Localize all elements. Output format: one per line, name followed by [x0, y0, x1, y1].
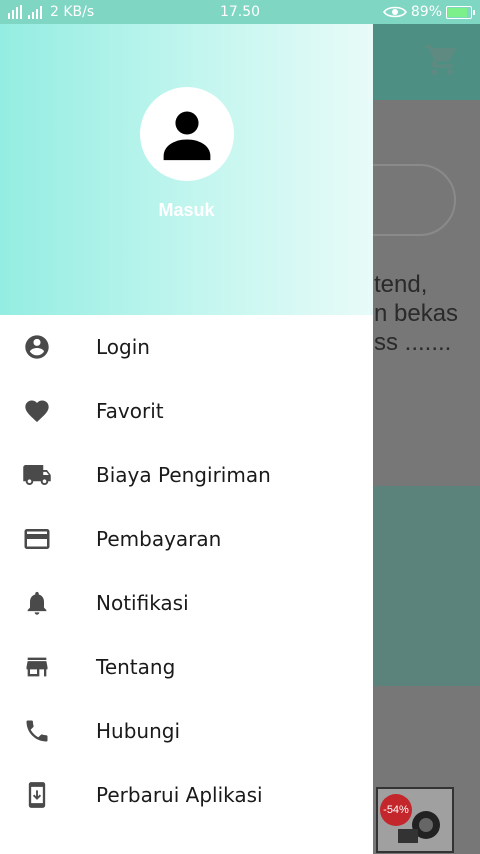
battery-percent: 89%: [410, 4, 442, 20]
heart-icon: [22, 396, 52, 426]
menu-label: Perbarui Aplikasi: [96, 783, 263, 807]
drawer-menu: Login Favorit Biaya Pengiriman Pembayara…: [0, 315, 373, 827]
menu-item-tentang[interactable]: Tentang: [0, 635, 373, 699]
status-bar: 2 KB/s 17.50 89%: [0, 0, 480, 24]
menu-label: Pembayaran: [96, 527, 222, 551]
background-text-line: tend,: [374, 271, 428, 298]
avatar[interactable]: [140, 87, 234, 181]
user-icon: [163, 111, 211, 161]
menu-item-login[interactable]: Login: [0, 315, 373, 379]
battery-level: [448, 7, 467, 17]
status-left: 2 KB/s: [8, 4, 94, 20]
menu-label: Biaya Pengiriman: [96, 463, 271, 487]
phone-icon: [22, 716, 52, 746]
credit-card-icon: [22, 524, 52, 554]
menu-item-favorit[interactable]: Favorit: [0, 379, 373, 443]
sign-in-label[interactable]: Masuk: [0, 200, 373, 221]
bell-icon: [22, 588, 52, 618]
background-text-line: n bekas: [374, 300, 459, 327]
signal-icon: [8, 5, 42, 19]
menu-item-pembayaran[interactable]: Pembayaran: [0, 507, 373, 571]
status-right: 89%: [382, 4, 475, 20]
drawer-header: Masuk: [0, 24, 373, 315]
network-speed: 2 KB/s: [50, 4, 95, 20]
discount-badge: -54%: [380, 794, 412, 826]
cart-icon: [425, 45, 456, 75]
menu-item-perbarui-aplikasi[interactable]: Perbarui Aplikasi: [0, 763, 373, 827]
menu-label: Notifikasi: [96, 591, 189, 615]
menu-item-notifikasi[interactable]: Notifikasi: [0, 571, 373, 635]
account-circle-icon: [22, 332, 52, 362]
eye-icon: [382, 6, 407, 18]
app-update-icon: [22, 780, 52, 810]
store-icon: [22, 652, 52, 682]
background-text-line: ss .......: [374, 329, 452, 356]
menu-label: Hubungi: [96, 719, 181, 743]
menu-label: Login: [96, 335, 150, 359]
menu-item-hubungi[interactable]: Hubungi: [0, 699, 373, 763]
menu-item-biaya-pengiriman[interactable]: Biaya Pengiriman: [0, 443, 373, 507]
background-description: tend, n bekas ss .......: [374, 270, 458, 357]
navigation-drawer: Masuk Login Favorit Biaya Pengiriman Pem…: [0, 24, 373, 854]
menu-label: Tentang: [96, 655, 176, 679]
battery-icon: [446, 5, 475, 19]
menu-label: Favorit: [96, 399, 164, 423]
truck-icon: [22, 460, 52, 490]
